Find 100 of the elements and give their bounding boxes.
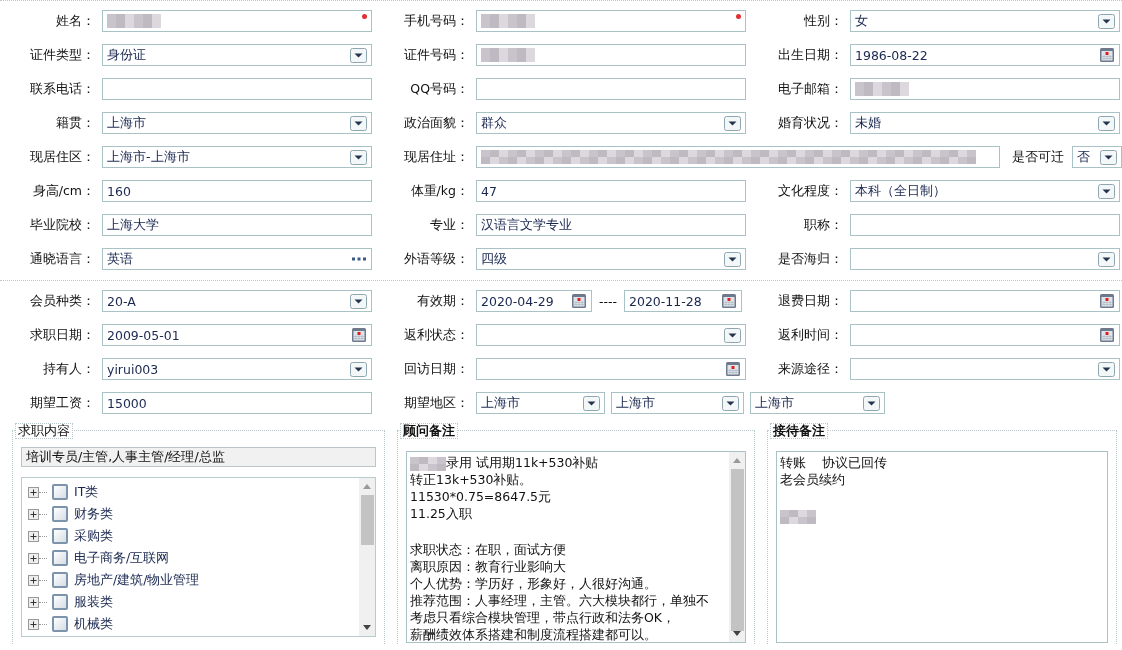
notes-textarea[interactable]: 录用 试用期11k+530补贴 转正13k+530补贴。 11530*0.75=8647.5元 11.25入职 求职状态：在职，面试方便 离职原因：教育行业影响大 个人优势：学历好，形象好，人很好沟通。 推荐范围：人事经理，主管。六大模块都行，单独不 考虑只看综合模块管理，带点行政和法务OK， 薪酬绩效体系搭建和制度流程搭建都可以。: [406, 451, 746, 643]
field-label: 期望工资：: [29, 394, 95, 412]
note-line: 11.25入职: [410, 506, 472, 523]
checkbox[interactable]: [52, 506, 68, 522]
more-icon[interactable]: [351, 257, 367, 261]
dropdown-field[interactable]: [850, 248, 1120, 270]
expand-icon[interactable]: [28, 574, 39, 586]
field-label: 有效期：: [416, 292, 469, 310]
calendar-icon[interactable]: [725, 361, 741, 377]
date-field[interactable]: 2020-04-29: [476, 290, 592, 312]
field-label: 现居住址：: [403, 148, 469, 166]
text-field[interactable]: [476, 44, 746, 66]
dropdown-field[interactable]: 上海市-上海市: [102, 146, 372, 168]
checkbox[interactable]: [52, 484, 68, 500]
checkbox[interactable]: [52, 528, 68, 544]
expand-icon[interactable]: [28, 552, 39, 564]
section-legend: 接待备注: [770, 423, 828, 439]
field-label: 职称：: [803, 216, 843, 234]
text-field[interactable]: [850, 78, 1120, 100]
calendar-icon[interactable]: [721, 293, 737, 309]
dropdown-field[interactable]: 上海市: [476, 392, 605, 414]
note-line: 离职原因：教育行业影响大: [410, 559, 566, 576]
date-field[interactable]: 1986-08-22: [850, 44, 1120, 66]
field-label: 证件类型：: [29, 46, 95, 64]
dropdown-field[interactable]: 未婚: [850, 112, 1120, 134]
field-label: 证件号码：: [403, 46, 469, 64]
text-field[interactable]: 47: [476, 180, 746, 202]
dropdown-field[interactable]: 否: [1072, 146, 1122, 168]
text-field[interactable]: 15000: [102, 392, 372, 414]
note-line: 求职状态：在职，面试方便: [410, 542, 566, 559]
dropdown-field[interactable]: 女: [850, 10, 1120, 32]
scrollbar[interactable]: [729, 452, 745, 642]
text-field[interactable]: [476, 78, 746, 100]
selection-summary: 培训专员/主管,人事主管/经理/总监: [21, 447, 376, 467]
field-label: 外语等级：: [403, 250, 469, 268]
lookup-field[interactable]: 英语: [102, 248, 372, 270]
field-label: 婚育状况：: [777, 114, 843, 132]
text-field[interactable]: [102, 10, 372, 32]
text-field[interactable]: [476, 146, 1000, 168]
dropdown-field[interactable]: 上海市: [102, 112, 372, 134]
tree-item-label[interactable]: 财务类: [74, 505, 113, 523]
field-label: 是否可迁: [1012, 148, 1064, 166]
expand-icon[interactable]: [28, 530, 39, 542]
dropdown-field[interactable]: 20-A: [102, 290, 372, 312]
text-field[interactable]: [850, 214, 1120, 236]
dropdown-field[interactable]: 本科（全日制）: [850, 180, 1120, 202]
field-label: 体重/kg：: [409, 182, 469, 200]
dropdown-field[interactable]: 上海市: [611, 392, 744, 414]
tree-item-label[interactable]: 服装类: [74, 593, 113, 611]
dropdown-field[interactable]: 四级: [476, 248, 746, 270]
dropdown-field[interactable]: 上海市: [750, 392, 885, 414]
text-field[interactable]: 160: [102, 180, 372, 202]
text-field[interactable]: [476, 10, 746, 32]
tree-item-label[interactable]: 机械类: [74, 615, 113, 633]
note-line: 录用 试用期11k+530补贴: [446, 455, 599, 472]
scrollbar[interactable]: [359, 478, 375, 636]
field-label: 通晓语言：: [29, 250, 95, 268]
field-label: 手机号码：: [403, 12, 469, 30]
date-field[interactable]: [476, 358, 746, 380]
dropdown-field[interactable]: 身份证: [102, 44, 372, 66]
field-label: 回访日期：: [403, 360, 469, 378]
checkbox[interactable]: [52, 594, 68, 610]
text-field[interactable]: [102, 78, 372, 100]
date-field[interactable]: 2020-11-28: [624, 290, 742, 312]
date-field[interactable]: [850, 324, 1120, 346]
dropdown-field[interactable]: [476, 324, 746, 346]
notes-textarea[interactable]: 转账 协议已回传 老会员续约: [776, 451, 1108, 643]
text-field[interactable]: 上海大学: [102, 214, 372, 236]
calendar-icon[interactable]: [571, 293, 587, 309]
date-field[interactable]: [850, 290, 1120, 312]
checkbox[interactable]: [52, 616, 68, 632]
calendar-icon[interactable]: [1099, 293, 1115, 309]
field-label: 电子邮箱：: [777, 80, 843, 98]
checkbox[interactable]: [52, 572, 68, 588]
text-field[interactable]: 汉语言文学专业: [476, 214, 746, 236]
expand-icon[interactable]: [28, 508, 39, 520]
expand-icon[interactable]: [28, 486, 39, 498]
tree-item-label[interactable]: 采购类: [74, 527, 113, 545]
field-label: 持有人：: [42, 360, 95, 378]
tree-item-label[interactable]: 电子商务/互联网: [74, 549, 170, 567]
field-label: 毕业院校：: [29, 216, 95, 234]
field-label: 出生日期：: [777, 46, 843, 64]
note-line: 个人优势：学历好，形象好，人很好沟通。: [410, 576, 657, 593]
dropdown-field[interactable]: 群众: [476, 112, 746, 134]
calendar-icon[interactable]: [1099, 327, 1115, 343]
tree-item-label[interactable]: 房地产/建筑/物业管理: [74, 571, 200, 589]
field-label: 期望地区：: [403, 394, 469, 412]
calendar-icon[interactable]: [1099, 47, 1115, 63]
date-field[interactable]: 2009-05-01: [102, 324, 372, 346]
dropdown-field[interactable]: [850, 358, 1120, 380]
field-label: 返利时间：: [777, 326, 843, 344]
expand-icon[interactable]: [28, 596, 39, 608]
dropdown-field[interactable]: yirui003: [102, 358, 372, 380]
note-line: 11530*0.75=8647.5元: [410, 489, 552, 506]
expand-icon[interactable]: [28, 618, 39, 630]
tree-item-label[interactable]: IT类: [74, 483, 99, 501]
calendar-icon[interactable]: [351, 327, 367, 343]
field-label: 姓名：: [55, 12, 95, 30]
field-label: 是否海归：: [777, 250, 843, 268]
checkbox[interactable]: [52, 550, 68, 566]
